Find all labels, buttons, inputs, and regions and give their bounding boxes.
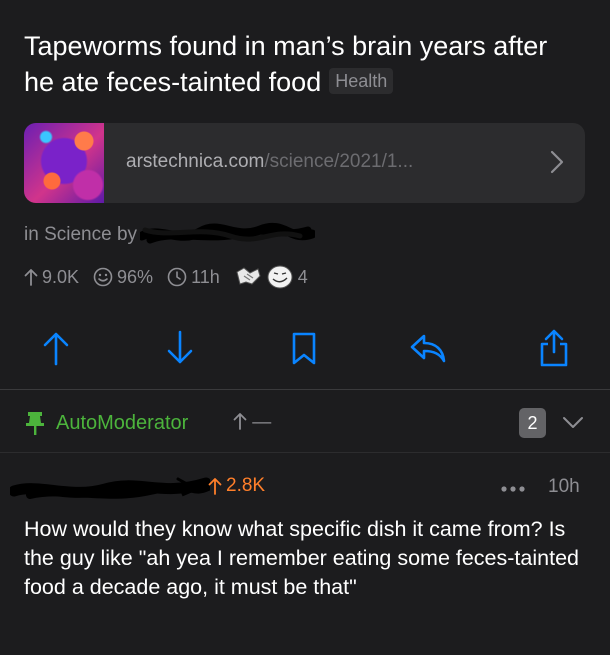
collapsed-count-badge: 2	[519, 408, 546, 438]
upvote-count: 9.0K	[42, 266, 80, 287]
post-meta-prefix: in Science by	[24, 224, 138, 245]
awards-stat[interactable]: 4	[234, 264, 308, 290]
upvote-ratio: 96%	[117, 266, 154, 287]
downvote-button[interactable]	[160, 328, 200, 368]
redacted-username-scribble	[10, 477, 210, 499]
handshake-award-icon	[236, 267, 261, 285]
post-meta: in Science by	[24, 224, 137, 246]
comment-score-value: —	[252, 412, 272, 433]
post-flair[interactable]: Health	[329, 68, 394, 94]
clock-icon	[167, 267, 187, 287]
comment-age: 10h	[548, 476, 580, 497]
arrow-up-icon	[208, 478, 222, 495]
chevron-right-icon	[550, 150, 564, 174]
post-title[interactable]: Tapeworms found in man’s brain years aft…	[24, 28, 584, 100]
chevron-down-icon[interactable]	[561, 414, 585, 430]
more-options-icon[interactable]	[500, 485, 526, 493]
link-thumbnail[interactable]	[24, 123, 104, 203]
reply-button[interactable]	[408, 328, 448, 368]
link-domain: arstechnica.com	[126, 151, 265, 172]
comment: 2.8K 10h How would they know what specif…	[0, 453, 610, 655]
link-path: /science/2021/1...	[264, 151, 414, 172]
award-count: 4	[297, 266, 308, 287]
comment-score: —	[233, 412, 271, 434]
arrow-up-icon	[233, 413, 247, 430]
save-button[interactable]	[284, 328, 324, 368]
ratio-stat: 96%	[93, 267, 153, 288]
link-preview-card[interactable]: arstechnica.com/science/2021/1...	[24, 123, 585, 203]
comment-author[interactable]: AutoModerator	[56, 412, 188, 435]
share-button[interactable]	[534, 328, 574, 368]
comment-score: 2.8K	[208, 475, 265, 497]
trollface-award-icon	[267, 265, 293, 289]
comment-automoderator[interactable]: AutoModerator — 2	[0, 390, 610, 452]
post-stats: 9.0K 96% 11h 4	[24, 264, 322, 290]
age-stat: 11h	[167, 267, 220, 288]
smiley-icon	[93, 267, 113, 287]
comment-body: How would they know what specific dish i…	[24, 517, 579, 599]
redacted-author-scribble	[140, 222, 315, 244]
post-age: 11h	[191, 266, 220, 287]
comment-score-value: 2.8K	[226, 475, 266, 496]
post-title-text[interactable]: Tapeworms found in man’s brain years aft…	[24, 31, 547, 97]
arrow-up-icon	[24, 269, 38, 286]
upvote-button[interactable]	[36, 328, 76, 368]
post-header: Tapeworms found in man’s brain years aft…	[0, 0, 610, 390]
upvote-stat: 9.0K	[24, 267, 79, 288]
pin-icon	[26, 412, 44, 435]
post-action-bar	[0, 320, 610, 376]
link-url[interactable]: arstechnica.com/science/2021/1...	[126, 151, 413, 173]
